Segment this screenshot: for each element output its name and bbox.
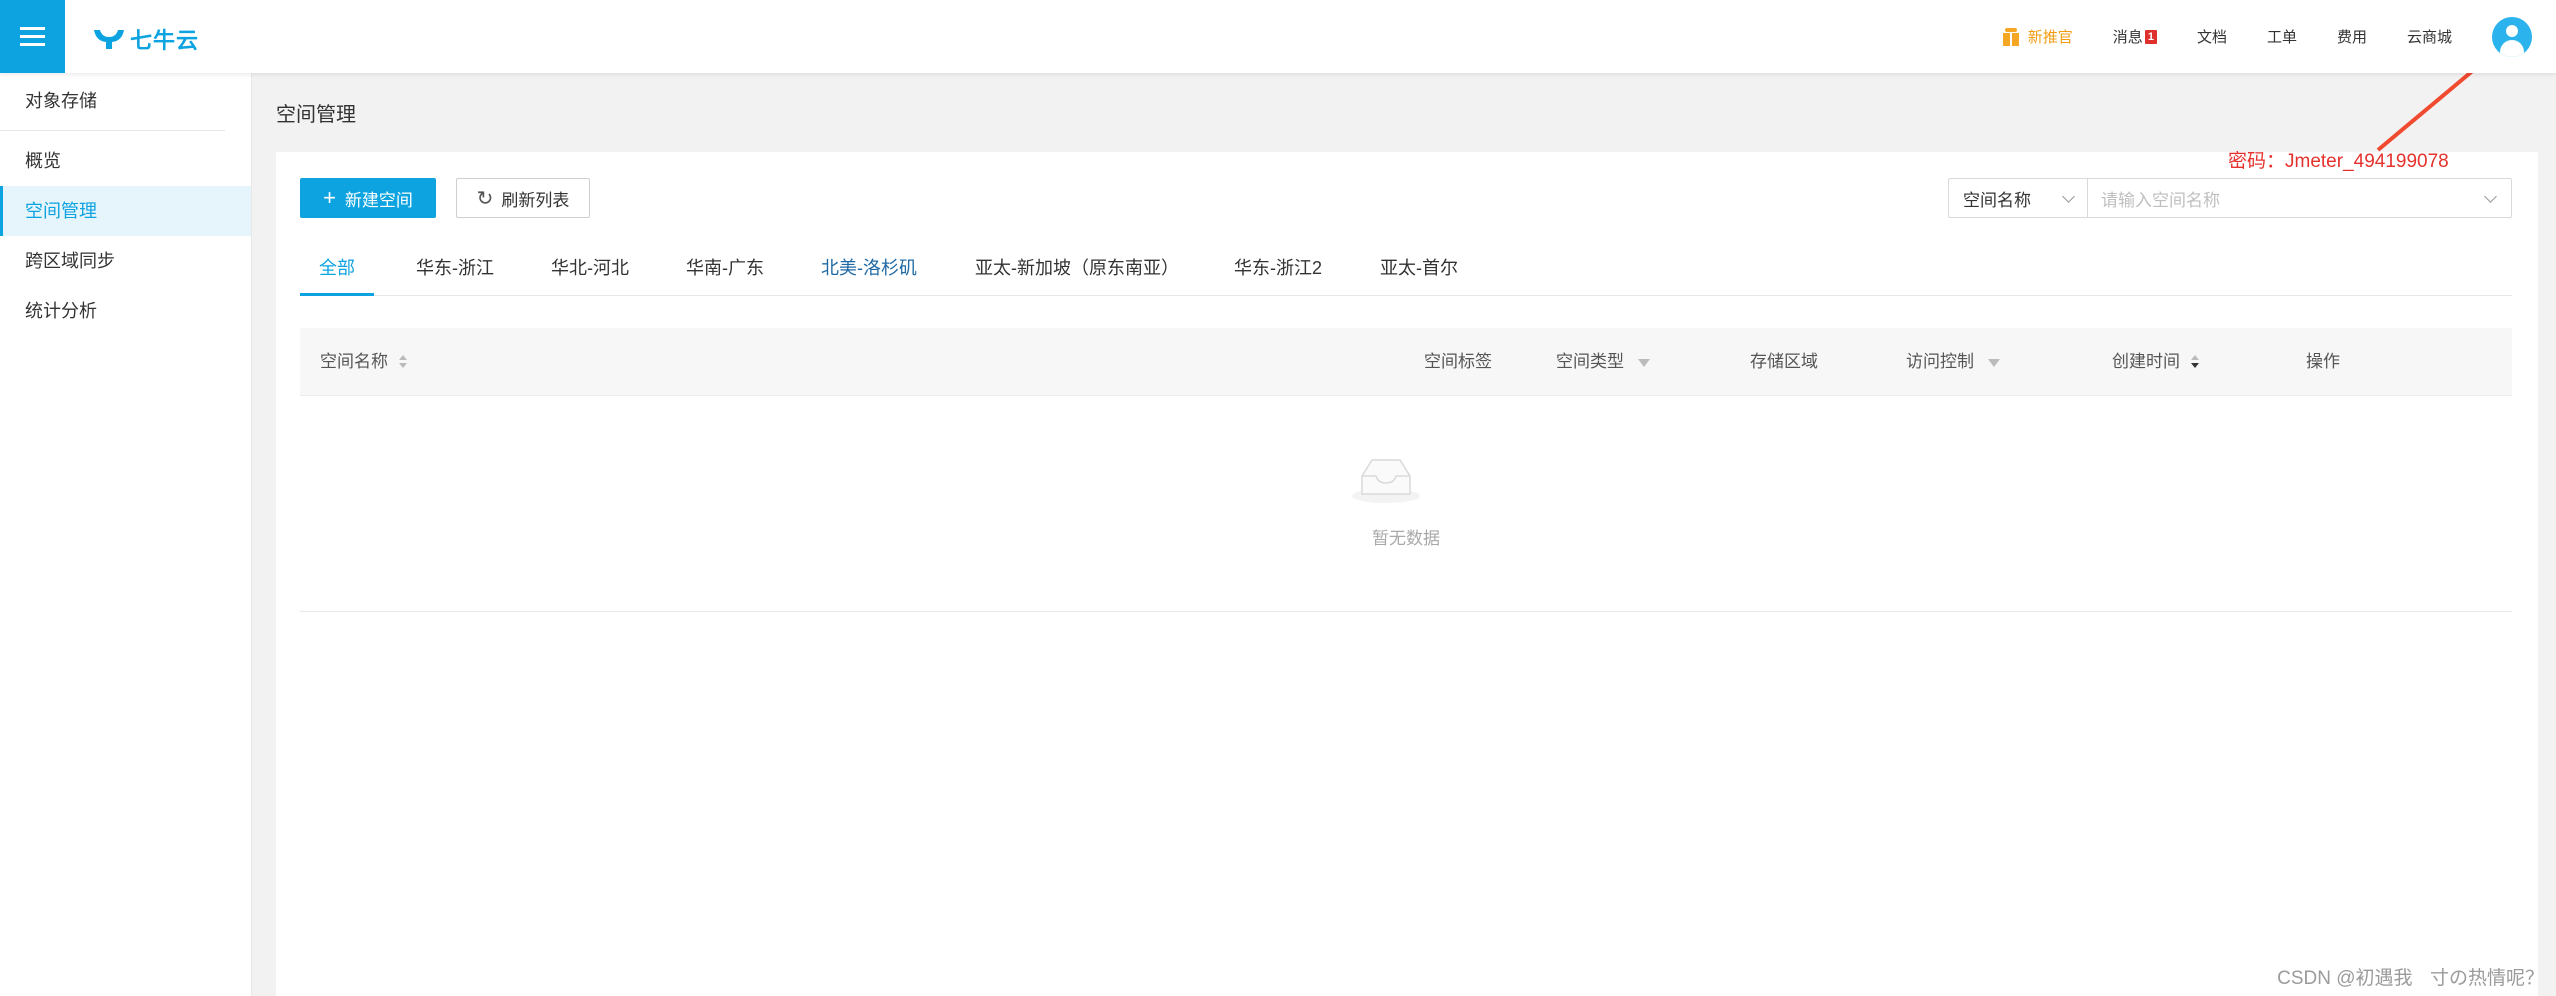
messages-label: 消息	[2112, 29, 2143, 46]
column-bucket-tags: 空间标签	[1424, 352, 1492, 371]
logo-text: 七牛云	[130, 28, 200, 53]
marketplace-link[interactable]: 云商城	[2407, 26, 2452, 47]
new-bucket-label: 新建空间	[344, 190, 413, 210]
password-annotation: 密码：Jmeter_494199078	[2228, 151, 2449, 172]
tab-south-guangdong[interactable]: 华南-广东	[686, 248, 764, 296]
empty-state: 暂无数据	[300, 396, 2512, 612]
column-bucket-type[interactable]: 空间类型	[1556, 328, 1650, 396]
tab-all[interactable]: 全部	[300, 248, 374, 296]
sidebar: 对象存储 概览 空间管理 跨区域同步 统计分析	[0, 73, 252, 996]
tab-ap-seoul[interactable]: 亚太-首尔	[1380, 248, 1458, 296]
search-field-selected: 空间名称	[1963, 190, 2031, 210]
logo[interactable]: 七牛云	[92, 24, 199, 54]
empty-text: 暂无数据	[1372, 529, 1440, 548]
promo-link[interactable]: 新推官	[2002, 26, 2073, 47]
new-bucket-button[interactable]: + 新建空间	[300, 178, 436, 218]
docs-link[interactable]: 文档	[2197, 26, 2227, 47]
sort-desc-icon	[2190, 354, 2200, 370]
sidebar-title: 对象存储	[0, 73, 225, 131]
page-title: 空间管理	[276, 104, 356, 126]
messages-link[interactable]: 消息 1	[2113, 26, 2157, 47]
sidebar-item-bucket-management[interactable]: 空间管理	[0, 186, 251, 236]
column-bucket-name[interactable]: 空间名称	[320, 328, 408, 396]
menu-icon[interactable]	[0, 0, 65, 73]
filter-icon[interactable]	[1638, 359, 1650, 367]
region-tabs: 全部 华东-浙江 华北-河北 华南-广东 北美-洛杉矶 亚太-新加坡（原东南亚）…	[300, 248, 2512, 296]
search-placeholder: 请输入空间名称	[2101, 190, 2220, 210]
tab-north-hebei[interactable]: 华北-河北	[551, 248, 629, 296]
column-created-time[interactable]: 创建时间	[2112, 328, 2200, 396]
top-nav: 新推官 消息 1 文档 工单 费用 云商城	[2002, 0, 2556, 73]
sort-icon	[398, 354, 408, 370]
main-panel: + 新建空间 ↻ 刷新列表 空间名称 请输入空间名称 全部 华东-浙江 华北-河…	[276, 152, 2538, 996]
qiniu-logo-icon	[94, 30, 124, 49]
column-access-control[interactable]: 访问控制	[1906, 328, 2000, 396]
sidebar-item-cross-region-sync[interactable]: 跨区域同步	[0, 236, 251, 286]
refresh-list-label: 刷新列表	[501, 190, 570, 210]
tab-east-zhejiang-2[interactable]: 华东-浙江2	[1234, 248, 1322, 296]
sidebar-item-overview[interactable]: 概览	[0, 136, 251, 186]
refresh-list-button[interactable]: ↻ 刷新列表	[456, 178, 590, 218]
tab-ap-singapore[interactable]: 亚太-新加坡（原东南亚）	[975, 248, 1179, 296]
user-avatar[interactable]	[2492, 16, 2532, 57]
billing-link[interactable]: 费用	[2337, 26, 2367, 47]
chevron-down-icon	[2484, 190, 2497, 203]
filter-icon[interactable]	[1988, 359, 2000, 367]
column-actions: 操作	[2306, 352, 2340, 371]
column-region: 存储区域	[1750, 352, 1818, 371]
messages-count-badge: 1	[2144, 29, 2157, 44]
promo-label: 新推官	[2027, 29, 2073, 46]
sidebar-item-statistics[interactable]: 统计分析	[0, 286, 251, 336]
tab-east-zhejiang[interactable]: 华东-浙江	[416, 248, 494, 296]
chevron-down-icon	[2062, 190, 2075, 203]
gift-icon	[2002, 27, 2019, 46]
tab-na-los-angeles[interactable]: 北美-洛杉矶	[821, 248, 917, 296]
refresh-icon: ↻	[476, 187, 494, 210]
tickets-link[interactable]: 工单	[2267, 26, 2297, 47]
search-input[interactable]: 请输入空间名称	[2087, 178, 2512, 218]
search-field-select[interactable]: 空间名称	[1948, 178, 2088, 218]
empty-inbox-icon	[1352, 459, 1420, 503]
table-header: 空间名称 空间标签 空间类型 存储区域 访问控制 创建时间 操作	[300, 328, 2512, 396]
plus-icon: +	[323, 185, 336, 210]
watermark: CSDN @初遇我ㅤ寸の热情呢？	[2277, 968, 2544, 989]
top-bar: 七牛云 新推官 消息 1 文档 工单 费用 云商城	[0, 0, 2556, 73]
